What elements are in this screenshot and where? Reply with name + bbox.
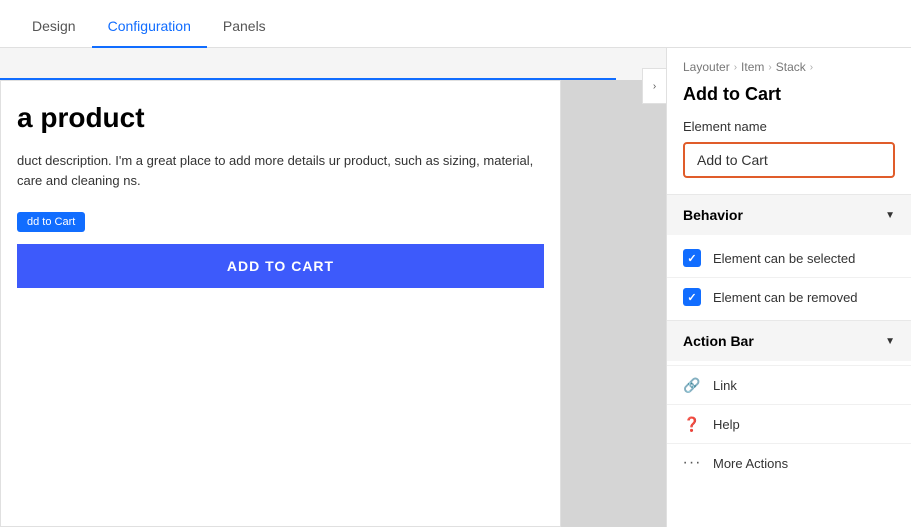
action-item-link[interactable]: 🔗 Link xyxy=(667,365,911,404)
action-item-more[interactable]: ··· More Actions xyxy=(667,443,911,482)
checkbox-selectable[interactable]: ✓ xyxy=(683,249,701,267)
tab-design[interactable]: Design xyxy=(16,6,92,48)
checkmark-icon: ✓ xyxy=(687,252,696,265)
element-name-input[interactable] xyxy=(683,142,895,178)
breadcrumb-separator-3: › xyxy=(810,62,813,73)
checkmark-icon-2: ✓ xyxy=(687,291,696,304)
action-bar-title: Action Bar xyxy=(683,333,754,349)
action-help-label: Help xyxy=(713,417,740,432)
behavior-section-header[interactable]: Behavior ▼ xyxy=(667,194,911,235)
action-bar-section-header[interactable]: Action Bar ▼ xyxy=(667,320,911,361)
checkbox-removable-label: Element can be removed xyxy=(713,290,858,305)
breadcrumb-layoter[interactable]: Layouter xyxy=(683,60,730,74)
behavior-chevron-icon: ▼ xyxy=(885,210,895,221)
collapse-panel-button[interactable]: › xyxy=(642,68,666,104)
more-actions-icon: ··· xyxy=(683,454,701,472)
top-navigation: Design Configuration Panels xyxy=(0,0,911,48)
preview-area: › a product duct description. I'm a grea… xyxy=(0,48,666,527)
breadcrumb: Layouter › Item › Stack › xyxy=(667,48,911,80)
breadcrumb-separator-1: › xyxy=(734,62,737,73)
element-name-section: Element name xyxy=(667,119,911,194)
panel-title: Add to Cart xyxy=(667,80,911,119)
action-item-help[interactable]: ❓ Help xyxy=(667,404,911,443)
action-link-label: Link xyxy=(713,378,737,393)
checkbox-selectable-label: Element can be selected xyxy=(713,251,855,266)
behavior-items: ✓ Element can be selected ✓ Element can … xyxy=(667,235,911,320)
help-icon: ❓ xyxy=(683,415,701,433)
product-card: a product duct description. I'm a great … xyxy=(0,80,561,527)
action-more-label: More Actions xyxy=(713,456,788,471)
checkbox-item-removable[interactable]: ✓ Element can be removed xyxy=(667,277,911,316)
chevron-right-icon: › xyxy=(653,81,656,92)
action-bar-items: 🔗 Link ❓ Help ··· More Actions xyxy=(667,361,911,486)
gray-divider xyxy=(561,80,666,527)
product-description: duct description. I'm a great place to a… xyxy=(17,151,544,193)
breadcrumb-item[interactable]: Item xyxy=(741,60,764,74)
add-to-cart-button[interactable]: ADD TO CART xyxy=(17,244,544,288)
checkbox-removable[interactable]: ✓ xyxy=(683,288,701,306)
tab-panels[interactable]: Panels xyxy=(207,6,282,48)
element-name-label: Element name xyxy=(683,119,895,134)
add-to-cart-badge: dd to Cart xyxy=(17,212,85,232)
action-bar-chevron-icon: ▼ xyxy=(885,336,895,347)
checkbox-item-selectable[interactable]: ✓ Element can be selected xyxy=(667,239,911,277)
tab-configuration[interactable]: Configuration xyxy=(92,6,207,48)
right-panel: Layouter › Item › Stack › Add to Cart El… xyxy=(666,48,911,527)
product-title: a product xyxy=(17,101,544,135)
breadcrumb-separator-2: › xyxy=(768,62,771,73)
link-icon: 🔗 xyxy=(683,376,701,394)
behavior-title: Behavior xyxy=(683,207,743,223)
main-area: › a product duct description. I'm a grea… xyxy=(0,48,911,527)
breadcrumb-stack[interactable]: Stack xyxy=(776,60,806,74)
